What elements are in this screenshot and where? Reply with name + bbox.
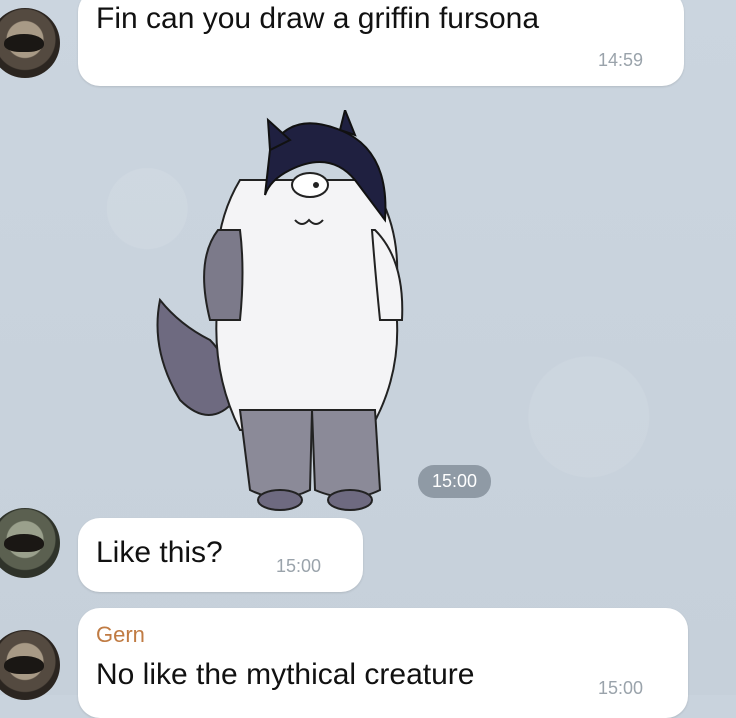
message-bubble-3[interactable]: Gern No like the mythical creature 15:00 bbox=[78, 608, 688, 718]
fursona-drawing-image[interactable] bbox=[140, 110, 480, 520]
message-text: Fin can you draw a griffin fursona bbox=[96, 2, 540, 35]
message-time: 15:00 bbox=[598, 678, 644, 698]
message-time: 15:00 bbox=[276, 556, 322, 576]
message-bubble-2[interactable]: Like this? 15:00 bbox=[78, 518, 363, 592]
message-bubble-1[interactable]: Fin can you draw a griffin fursona 14:59 bbox=[78, 0, 684, 86]
message-text: Like this? bbox=[96, 536, 223, 569]
message-time: 14:59 bbox=[598, 50, 644, 70]
sender-name[interactable]: Gern bbox=[96, 622, 145, 648]
image-message-time: 15:00 bbox=[418, 465, 492, 498]
message-text: No like the mythical creature bbox=[96, 658, 475, 691]
